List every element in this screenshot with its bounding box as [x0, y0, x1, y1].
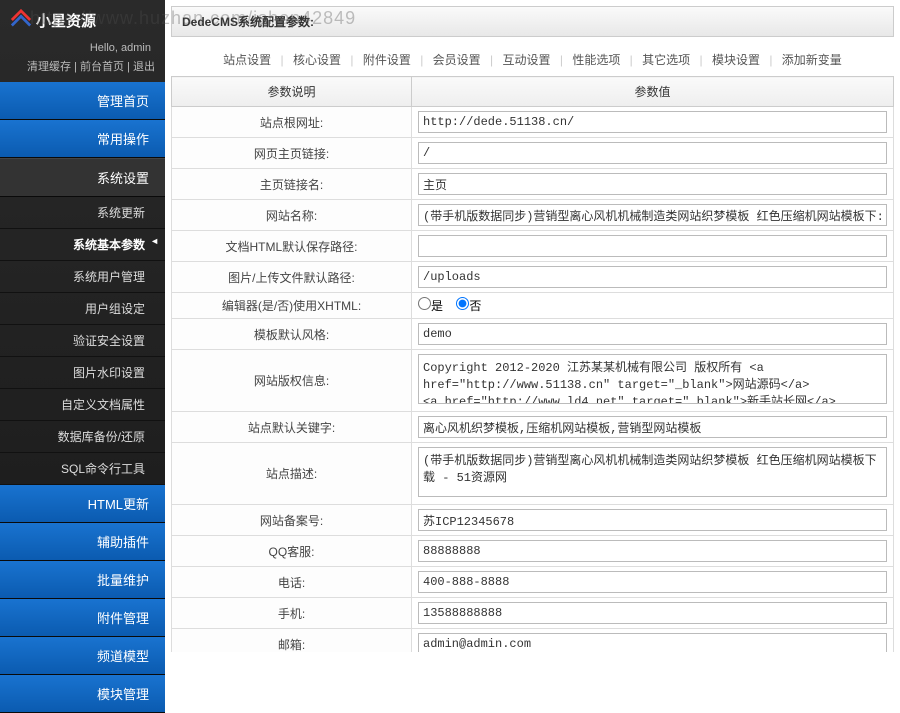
input-uploadpath[interactable]: [418, 266, 887, 288]
input-tel[interactable]: [418, 571, 887, 593]
sub-watermark[interactable]: 图片水印设置: [0, 357, 165, 389]
input-indexlink[interactable]: [418, 142, 887, 164]
nav-plugin[interactable]: 辅助插件: [0, 523, 165, 561]
logout-link[interactable]: 退出: [133, 61, 155, 73]
radio-yes[interactable]: [418, 297, 431, 310]
input-keywords[interactable]: [418, 416, 887, 438]
label-qq: QQ客服:: [172, 536, 412, 567]
label-mobile: 手机:: [172, 598, 412, 629]
nav-channel[interactable]: 频道模型: [0, 637, 165, 675]
input-email[interactable]: [418, 633, 887, 652]
logo-icon: [10, 9, 32, 31]
sub-safe[interactable]: 验证安全设置: [0, 325, 165, 357]
input-baseurl[interactable]: [418, 111, 887, 133]
logo-text: 小星资源: [36, 10, 96, 31]
input-template[interactable]: [418, 323, 887, 345]
sub-attr[interactable]: 自定义文档属性: [0, 389, 165, 421]
label-desc: 站点描述:: [172, 443, 412, 505]
nav-html[interactable]: HTML更新: [0, 485, 165, 523]
tab-member[interactable]: 会员设置: [430, 53, 484, 67]
tab-interact[interactable]: 互动设置: [499, 53, 553, 67]
main-content: DedeCMS系统配置参数: 站点设置 | 核心设置 | 附件设置 | 会员设置…: [165, 0, 900, 652]
th-val: 参数值: [412, 77, 894, 107]
clear-cache-link[interactable]: 清理缓存: [27, 61, 71, 73]
sub-user[interactable]: 系统用户管理: [0, 261, 165, 293]
nav-system[interactable]: 系统设置: [0, 158, 165, 197]
tab-addvar[interactable]: 添加新变量: [779, 53, 845, 67]
radio-no-label[interactable]: 否: [456, 299, 481, 313]
nav-common[interactable]: 常用操作: [0, 120, 165, 158]
sidebar: 小星资源 Hello, admin 清理缓存 | 前台首页 | 退出 管理首页 …: [0, 0, 165, 652]
label-baseurl: 站点根网址:: [172, 107, 412, 138]
input-htmlpath[interactable]: [418, 235, 887, 257]
textarea-desc[interactable]: (带手机版数据同步)营销型离心风机机械制造类网站织梦模板 红色压缩机网站模板下载…: [418, 447, 887, 497]
input-icp[interactable]: [418, 509, 887, 531]
nav-attach[interactable]: 附件管理: [0, 599, 165, 637]
radio-yes-label[interactable]: 是: [418, 299, 443, 313]
sub-update[interactable]: 系统更新: [0, 197, 165, 229]
label-email: 邮箱:: [172, 629, 412, 653]
tab-core[interactable]: 核心设置: [290, 53, 344, 67]
nav-batch[interactable]: 批量维护: [0, 561, 165, 599]
sub-group[interactable]: 用户组设定: [0, 293, 165, 325]
label-indexname: 主页链接名:: [172, 169, 412, 200]
th-desc: 参数说明: [172, 77, 412, 107]
tab-site[interactable]: 站点设置: [220, 53, 274, 67]
frontend-link[interactable]: 前台首页: [80, 61, 124, 73]
input-qq[interactable]: [418, 540, 887, 562]
label-icp: 网站备案号:: [172, 505, 412, 536]
label-sitename: 网站名称:: [172, 200, 412, 231]
input-mobile[interactable]: [418, 602, 887, 624]
label-tel: 电话:: [172, 567, 412, 598]
nav-module[interactable]: 模块管理: [0, 675, 165, 713]
sub-basic[interactable]: 系统基本参数: [0, 229, 165, 261]
input-indexname[interactable]: [418, 173, 887, 195]
config-tabs: 站点设置 | 核心设置 | 附件设置 | 会员设置 | 互动设置 | 性能选项 …: [165, 43, 900, 76]
radio-no[interactable]: [456, 297, 469, 310]
tab-attach[interactable]: 附件设置: [360, 53, 414, 67]
tab-other[interactable]: 其它选项: [639, 53, 693, 67]
nav-home[interactable]: 管理首页: [0, 82, 165, 120]
label-uploadpath: 图片/上传文件默认路径:: [172, 262, 412, 293]
tab-module[interactable]: 模块设置: [709, 53, 763, 67]
textarea-copyright[interactable]: Copyright 2012-2020 江苏某某机械有限公司 版权所有 <a h…: [418, 354, 887, 404]
sub-db[interactable]: 数据库备份/还原: [0, 421, 165, 453]
page-title: DedeCMS系统配置参数:: [171, 6, 894, 37]
label-htmlpath: 文档HTML默认保存路径:: [172, 231, 412, 262]
label-indexlink: 网页主页链接:: [172, 138, 412, 169]
label-xhtml: 编辑器(是/否)使用XHTML:: [172, 293, 412, 319]
top-links: 清理缓存 | 前台首页 | 退出: [0, 54, 165, 82]
tab-perf[interactable]: 性能选项: [569, 53, 623, 67]
sub-sql[interactable]: SQL命令行工具: [0, 453, 165, 485]
label-copyright: 网站版权信息:: [172, 350, 412, 412]
hello-admin: Hello, admin: [0, 42, 165, 54]
label-template: 模板默认风格:: [172, 319, 412, 350]
logo: 小星资源: [0, 0, 165, 40]
input-sitename[interactable]: [418, 204, 887, 226]
params-table: 参数说明 参数值 站点根网址: 网页主页链接: 主页链接名: 网站名称: 文档H…: [171, 76, 894, 652]
label-keywords: 站点默认关键字:: [172, 412, 412, 443]
